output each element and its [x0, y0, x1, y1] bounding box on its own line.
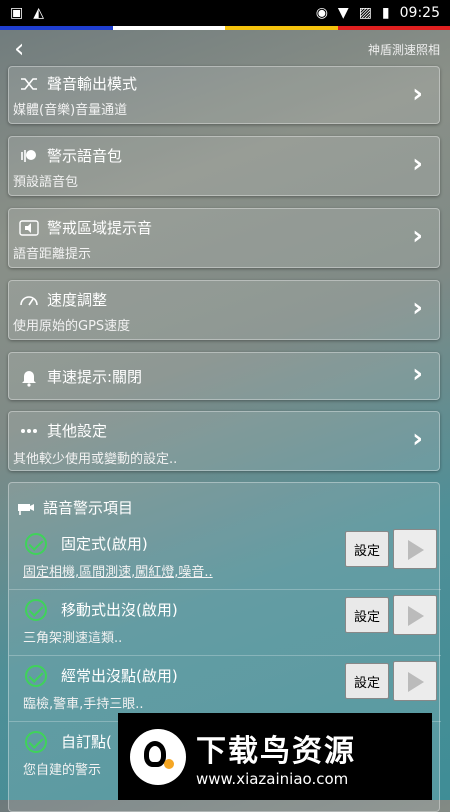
setting-alert-zone-sound[interactable]: 警戒區域提示音 語音距離提示 ›	[8, 208, 440, 268]
volume-icon	[19, 219, 39, 236]
setting-other[interactable]: 其他設定 其他較少使用或變動的設定.. ›	[8, 411, 440, 471]
app-bar: ‹ 神盾測速照相	[0, 30, 450, 68]
set-button[interactable]: 設定	[345, 663, 389, 699]
clock: 09:25	[399, 5, 440, 21]
notification-icon: ▣	[10, 5, 24, 21]
voice-item-fixed: 固定式(啟用) 固定相機,區間測速,闖紅燈,噪音.. 設定	[9, 523, 441, 590]
chevron-right-icon: ›	[412, 221, 423, 251]
chevron-right-icon: ›	[412, 359, 423, 389]
voice-item-sub: 臨檢,警車,手持三眼..	[23, 697, 144, 712]
bird-logo-icon	[130, 728, 186, 785]
voice-item-title: 固定式(啟用)	[61, 535, 148, 553]
voice-item-mobile: 移動式出沒(啟用) 三角架測速這類.. 設定	[9, 589, 441, 656]
watermark-url: www.xiazainiao.com	[196, 769, 349, 788]
battery-icon: ▮	[381, 5, 390, 21]
setting-sub: 預設語音包	[13, 175, 79, 190]
setting-title: 速度調整	[47, 291, 108, 309]
voice-item-title: 經常出沒點(啟用)	[61, 667, 178, 685]
speedometer-icon	[20, 295, 38, 305]
setting-sound-output[interactable]: 聲音輸出模式 媒體(音樂)音量通道 ›	[8, 66, 440, 124]
voice-item-frequent: 經常出沒點(啟用) 臨檢,警車,手持三眼.. 設定	[9, 655, 441, 722]
check-circle-icon[interactable]	[25, 665, 47, 687]
setting-title: 警示語音包	[47, 147, 123, 165]
camera-icon	[18, 503, 34, 515]
no-sim-icon: ▨	[358, 5, 372, 21]
set-button[interactable]: 設定	[345, 597, 389, 633]
setting-title: 車速提示:關閉	[47, 368, 143, 386]
watermark-banner: 下载鸟资源 www.xiazainiao.com	[118, 713, 432, 800]
location-icon: ◉	[315, 5, 328, 21]
wifi-icon: ▼	[337, 5, 349, 21]
check-circle-icon[interactable]	[25, 599, 47, 621]
voice-item-sub: 三角架測速這類..	[23, 631, 123, 646]
android-icon: ◭	[33, 5, 45, 21]
check-circle-icon[interactable]	[25, 533, 47, 555]
setting-sub: 語音距離提示	[13, 247, 92, 262]
chevron-right-icon: ›	[412, 424, 423, 454]
setting-sub: 使用原始的GPS速度	[13, 319, 131, 334]
speaker-head-icon	[21, 149, 36, 162]
watermark-title: 下载鸟资源	[196, 733, 356, 769]
setting-sub: 媒體(音樂)音量通道	[13, 103, 128, 118]
setting-title: 警戒區域提示音	[47, 219, 153, 237]
voice-item-sub: 固定相機,區間測速,闖紅燈,噪音..	[23, 565, 213, 580]
setting-speed-alert[interactable]: 車速提示:關閉 ›	[8, 352, 440, 400]
voice-item-sub: 您自建的警示	[23, 763, 102, 778]
chevron-right-icon: ›	[412, 79, 423, 109]
voice-item-title: 自訂點(	[61, 733, 112, 751]
chevron-right-icon: ›	[412, 149, 423, 179]
play-button[interactable]	[393, 661, 437, 701]
voice-section-title: 語音警示項目	[43, 499, 134, 517]
setting-voice-pack[interactable]: 警示語音包 預設語音包 ›	[8, 136, 440, 196]
chevron-right-icon: ›	[412, 293, 423, 323]
setting-title: 聲音輸出模式	[47, 75, 138, 93]
setting-title: 其他設定	[47, 422, 108, 440]
shuffle-icon	[21, 77, 37, 90]
setting-speed-adjust[interactable]: 速度調整 使用原始的GPS速度 ›	[8, 280, 440, 340]
app-title: 神盾測速照相	[367, 42, 440, 57]
check-circle-icon[interactable]	[25, 731, 47, 753]
setting-sub: 其他較少使用或變動的設定..	[13, 452, 178, 467]
bell-icon	[22, 370, 36, 387]
play-button[interactable]	[393, 595, 437, 635]
voice-item-title: 移動式出沒(啟用)	[61, 601, 178, 619]
more-icon	[21, 428, 37, 433]
status-bar: ▣ ◭ ◉ ▼ ▨ ▮ 09:25	[0, 0, 450, 26]
play-button[interactable]	[393, 529, 437, 569]
set-button[interactable]: 設定	[345, 531, 389, 567]
back-chevron-icon[interactable]: ‹	[14, 36, 24, 62]
